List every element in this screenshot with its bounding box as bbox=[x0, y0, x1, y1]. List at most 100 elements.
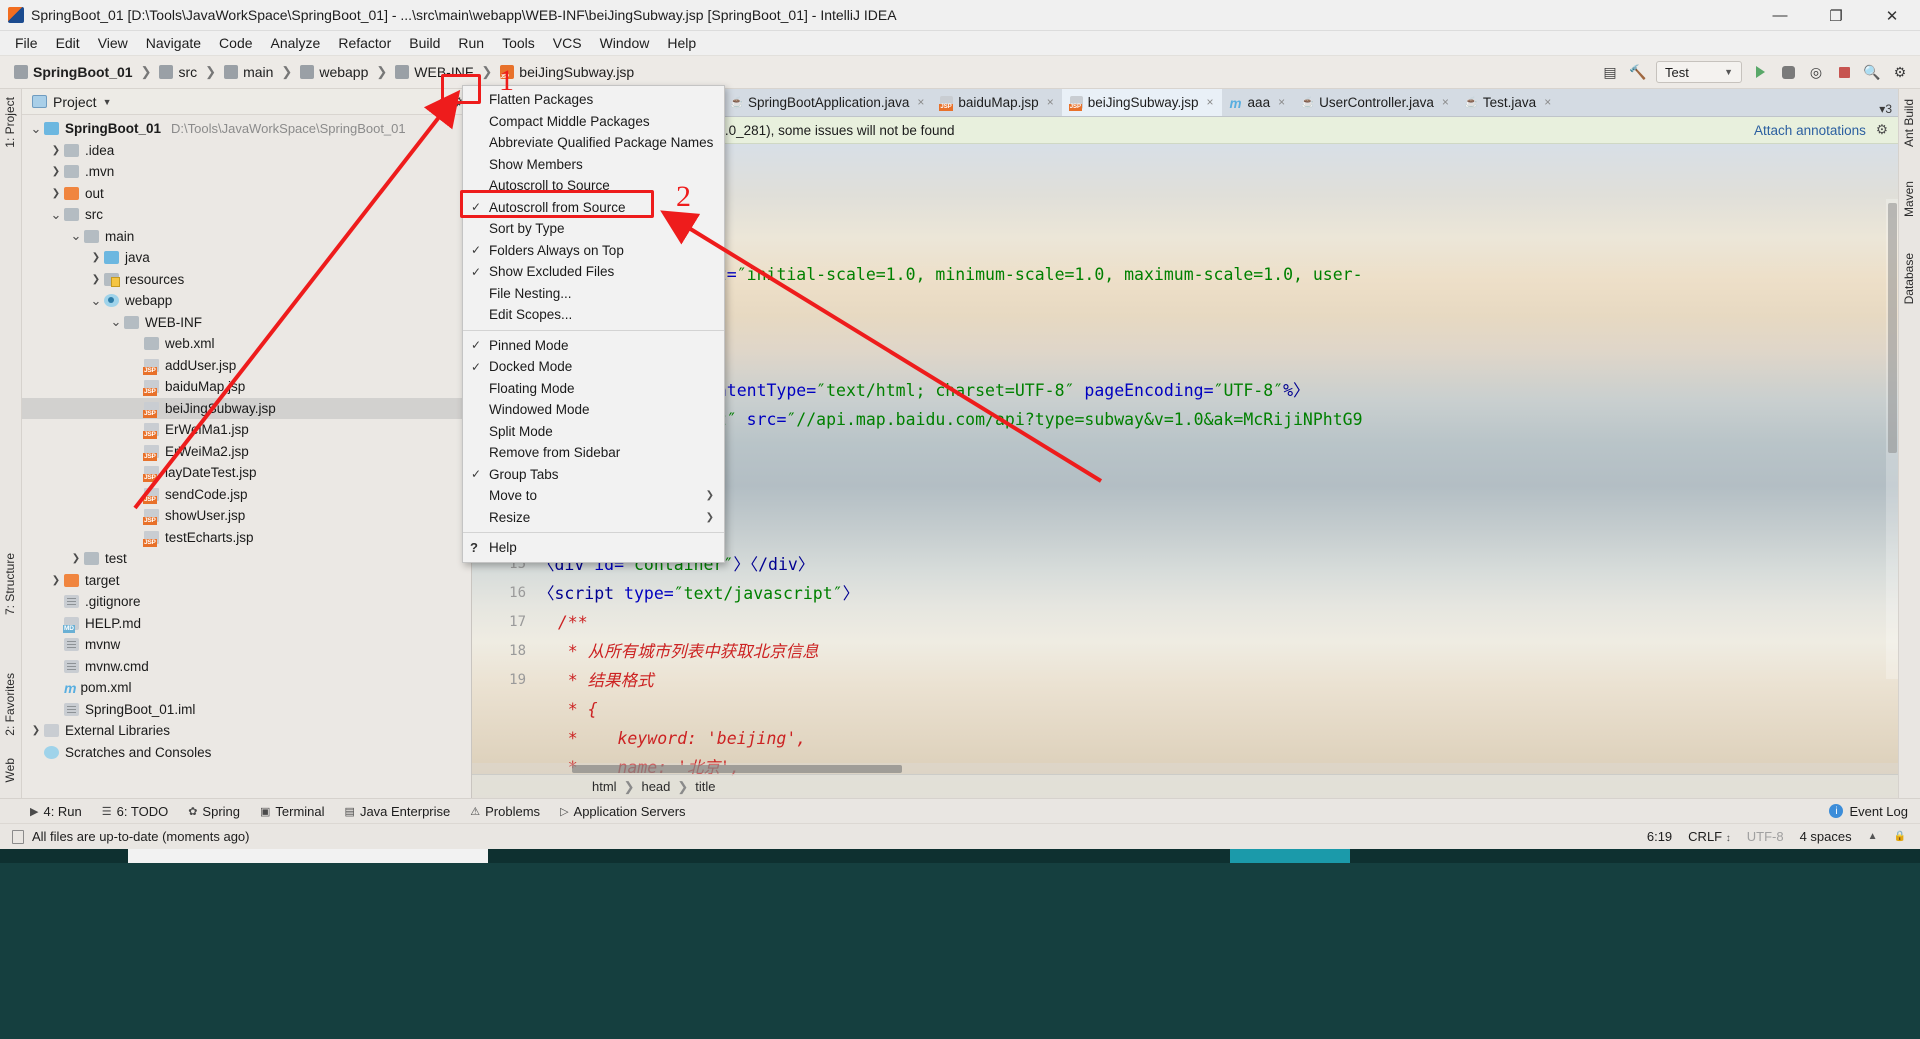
menu-item-help[interactable]: ? Help bbox=[463, 537, 724, 559]
menu-item-group-tabs[interactable]: ✓ Group Tabs bbox=[463, 464, 724, 486]
editor-tab-springbootapplication-java[interactable]: ☕ SpringBootApplication.java × bbox=[722, 89, 932, 116]
tree-node-baidumap-jsp[interactable]: baiduMap.jsp bbox=[22, 376, 471, 398]
editor-tab-test-java[interactable]: ☕ Test.java × bbox=[1457, 89, 1559, 116]
tool-window-structure[interactable]: 7: Structure bbox=[0, 549, 21, 619]
file-encoding[interactable]: UTF-8 bbox=[1747, 829, 1784, 844]
code-line[interactable]: * { bbox=[538, 695, 1898, 724]
menu-item-move-to[interactable]: Move to ❯ bbox=[463, 485, 724, 507]
breadcrumb-project[interactable]: SpringBoot_01 bbox=[14, 64, 133, 80]
chevron-right-icon[interactable]: ❯ bbox=[48, 145, 64, 156]
chevron-right-icon[interactable]: ❯ bbox=[48, 188, 64, 199]
editor-tab-beijingsubway-jsp[interactable]: beiJingSubway.jsp × bbox=[1061, 89, 1222, 116]
code-line[interactable]: =″viewport″ content=″initial-scale=1.0, … bbox=[538, 260, 1898, 289]
code-line[interactable] bbox=[538, 173, 1898, 202]
breadcrumb-title[interactable]: title bbox=[695, 779, 715, 794]
code-line[interactable]: 〈div id=″container″〉〈/div〉 bbox=[538, 550, 1898, 579]
menu-item-edit-scopes[interactable]: Edit Scopes... bbox=[463, 304, 724, 326]
tool-window-button-terminal[interactable]: ▣ Terminal bbox=[260, 804, 325, 819]
code-line[interactable] bbox=[538, 347, 1898, 376]
tree-node--idea[interactable]: ❯ .idea bbox=[22, 140, 471, 162]
menu-item-compact-middle-packages[interactable]: Compact Middle Packages bbox=[463, 111, 724, 133]
chevron-down-icon[interactable]: ⌄ bbox=[48, 208, 64, 221]
tool-window-favorites[interactable]: 2: Favorites bbox=[0, 669, 21, 740]
editor-tabs-overflow[interactable]: ▾3 bbox=[1873, 102, 1898, 116]
chevron-down-icon[interactable]: ⌄ bbox=[68, 229, 84, 242]
chevron-down-icon[interactable]: ▼ bbox=[103, 97, 112, 107]
code-line[interactable]: set=″utf-8″ /〉 bbox=[538, 202, 1898, 231]
chevron-right-icon[interactable]: ❯ bbox=[48, 575, 64, 586]
tree-node-erweima2-jsp[interactable]: ErWeiMa2.jsp bbox=[22, 441, 471, 463]
tree-node-testecharts-jsp[interactable]: testEcharts.jsp bbox=[22, 527, 471, 549]
menu-item-show-members[interactable]: Show Members bbox=[463, 154, 724, 176]
scrollbar-thumb[interactable] bbox=[572, 765, 902, 773]
code-line[interactable]: 〉 bbox=[538, 144, 1898, 173]
breadcrumb-webapp[interactable]: webapp bbox=[300, 64, 368, 80]
tree-node-help-md[interactable]: HELP.md bbox=[22, 613, 471, 635]
chevron-up-icon[interactable]: ▲ bbox=[1868, 831, 1878, 842]
code-line[interactable]: 地图展示〈/title〉 bbox=[538, 289, 1898, 318]
indent-setting[interactable]: 4 spaces bbox=[1800, 829, 1852, 844]
close-icon[interactable]: × bbox=[1278, 95, 1285, 109]
tool-window-web[interactable]: Web bbox=[0, 754, 21, 786]
tree-node-showuser-jsp[interactable]: showUser.jsp bbox=[22, 505, 471, 527]
tree-node-laydatetest-jsp[interactable]: layDateTest.jsp bbox=[22, 462, 471, 484]
chevron-right-icon[interactable]: ❯ bbox=[88, 252, 104, 263]
chevron-right-icon[interactable]: ❯ bbox=[48, 166, 64, 177]
menu-edit[interactable]: Edit bbox=[47, 32, 89, 54]
code-line[interactable]: pe=″text/javascript″ src=″//api.map.baid… bbox=[538, 405, 1898, 434]
tree-node--mvn[interactable]: ❯ .mvn bbox=[22, 161, 471, 183]
chevron-right-icon[interactable]: ❯ bbox=[68, 553, 84, 564]
chevron-right-icon[interactable]: ❯ bbox=[88, 274, 104, 285]
tool-window-maven[interactable]: Maven bbox=[1898, 177, 1920, 221]
breadcrumb-head[interactable]: head bbox=[641, 779, 670, 794]
code-line[interactable]: * 结果格式 bbox=[538, 666, 1898, 695]
tool-window-button-4-run[interactable]: ▶ 4: Run bbox=[30, 804, 82, 819]
notification-gear-icon[interactable]: ⚙ bbox=[1876, 122, 1898, 138]
gear-icon[interactable]: ⚙ bbox=[1890, 62, 1910, 82]
tool-window-button-problems[interactable]: ⚠ Problems bbox=[470, 804, 540, 819]
menu-code[interactable]: Code bbox=[210, 32, 261, 54]
editor-vertical-scrollbar[interactable] bbox=[1886, 199, 1898, 679]
tree-node-scratches-and-consoles[interactable]: Scratches and Consoles bbox=[22, 742, 471, 764]
code-line[interactable]: iner{height:100%} bbox=[538, 463, 1898, 492]
tree-node-springboot-01[interactable]: ⌄ SpringBoot_01 D:\Tools\JavaWorkSpace\Spr… bbox=[22, 118, 471, 140]
chevron-down-icon[interactable]: ⌄ bbox=[28, 122, 44, 135]
close-button[interactable]: ✕ bbox=[1864, 0, 1920, 31]
stop-button[interactable] bbox=[1834, 62, 1854, 82]
breadcrumb-html[interactable]: html bbox=[592, 779, 617, 794]
attach-annotations-link[interactable]: Attach annotations bbox=[1754, 123, 1876, 138]
tree-node-src[interactable]: ⌄ src bbox=[22, 204, 471, 226]
menu-item-file-nesting[interactable]: File Nesting... bbox=[463, 283, 724, 305]
tree-node-mvnw-cmd[interactable]: mvnw.cmd bbox=[22, 656, 471, 678]
close-icon[interactable]: × bbox=[1442, 95, 1449, 109]
tool-window-button-java-enterprise[interactable]: ▤ Java Enterprise bbox=[345, 804, 451, 819]
tree-node-mvnw[interactable]: mvnw bbox=[22, 634, 471, 656]
tree-node-pom-xml[interactable]: m pom.xml bbox=[22, 677, 471, 699]
tree-node-test[interactable]: ❯ test bbox=[22, 548, 471, 570]
menu-item-folders-always-on-top[interactable]: ✓ Folders Always on Top bbox=[463, 240, 724, 262]
menu-build[interactable]: Build bbox=[400, 32, 449, 54]
search-everywhere-icon[interactable]: 🔍 bbox=[1862, 62, 1882, 82]
tree-node-web-xml[interactable]: web.xml bbox=[22, 333, 471, 355]
close-icon[interactable]: × bbox=[1207, 95, 1214, 109]
maximize-button[interactable]: ❐ bbox=[1808, 0, 1864, 31]
code-line[interactable]: 码 --〉 bbox=[538, 318, 1898, 347]
code-line[interactable]: * 从所有城市列表中获取北京信息 bbox=[538, 637, 1898, 666]
taskbar-highlight[interactable] bbox=[1230, 849, 1350, 863]
menu-file[interactable]: File bbox=[6, 32, 47, 54]
editor-tab-baidumap-jsp[interactable]: baiduMap.jsp × bbox=[932, 89, 1061, 116]
tree-node-sendcode-jsp[interactable]: sendCode.jsp bbox=[22, 484, 471, 506]
breadcrumb-file[interactable]: beiJingSubway.jsp bbox=[500, 64, 634, 80]
tree-node-springboot-01-iml[interactable]: SpringBoot_01.iml bbox=[22, 699, 471, 721]
breadcrumb-main[interactable]: main bbox=[224, 64, 273, 80]
lock-icon[interactable]: 🔒 bbox=[1894, 831, 1906, 842]
run-configuration-selector[interactable]: Test ▼ bbox=[1656, 61, 1742, 83]
chevron-down-icon[interactable]: ⌄ bbox=[108, 315, 124, 328]
menu-item-floating-mode[interactable]: Floating Mode bbox=[463, 378, 724, 400]
chevron-down-icon[interactable]: ⌄ bbox=[88, 294, 104, 307]
menu-item-sort-by-type[interactable]: Sort by Type bbox=[463, 218, 724, 240]
minimize-button[interactable]: — bbox=[1752, 0, 1808, 31]
breadcrumb-src[interactable]: src bbox=[159, 64, 197, 80]
tree-node-adduser-jsp[interactable]: addUser.jsp bbox=[22, 355, 471, 377]
run-button[interactable] bbox=[1750, 62, 1770, 82]
